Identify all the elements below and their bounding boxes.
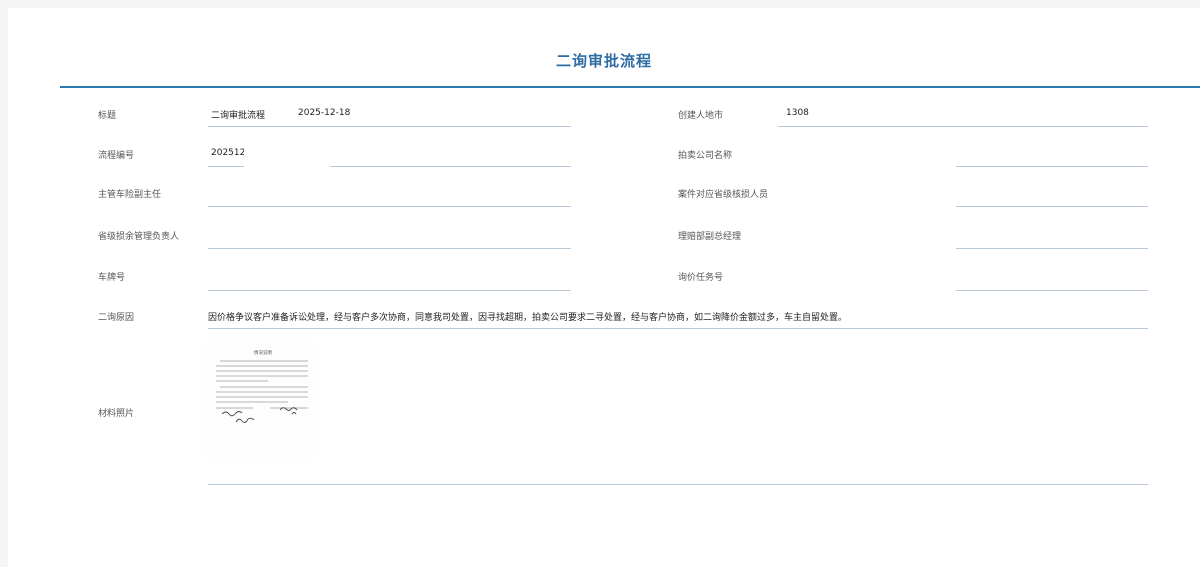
document-image: 情况说明: [208, 344, 318, 456]
plate-no-field[interactable]: [208, 290, 571, 291]
provincial-salvage-field[interactable]: [208, 248, 571, 249]
page-title: 二询审批流程: [555, 52, 652, 70]
title-date: 2025-12-18: [298, 108, 351, 118]
inquiry-task-label: 询价任务号: [678, 273, 724, 283]
creator-city-label: 创建人地市: [678, 111, 724, 121]
redaction-block: [778, 220, 956, 256]
process-no-label: 流程编号: [98, 151, 135, 161]
reason-field[interactable]: [208, 328, 1148, 329]
photo-doc-heading: 情况说明: [254, 349, 272, 356]
auction-company-label: 拍卖公司名称: [678, 151, 733, 161]
photo-field[interactable]: [208, 484, 1148, 485]
redaction-block: [778, 138, 956, 174]
material-photo-thumbnail[interactable]: 情况说明: [208, 344, 318, 456]
reason-label: 二询原因: [98, 313, 135, 323]
process-no-value: 202512: [211, 148, 246, 158]
supervisor-label: 主管车险副主任: [98, 190, 162, 200]
creator-city-field[interactable]: [778, 126, 1148, 127]
provincial-salvage-label: 省级损余管理负责人: [98, 232, 180, 242]
redaction-block: [778, 178, 956, 214]
provincial-assessor-label: 案件对应省级核损人员: [678, 190, 769, 200]
photo-label: 材料照片: [98, 409, 135, 419]
creator-city-value: 1308: [786, 108, 809, 118]
redaction-block: [244, 140, 330, 174]
title-label: 标题: [98, 111, 117, 121]
title-value: 二询审批流程: [211, 111, 266, 121]
title-field[interactable]: [208, 126, 571, 127]
supervisor-field[interactable]: [208, 206, 571, 207]
approval-form: 二询审批流程 标题 二询审批流程 2025-12-18 创建人地市 1308 流…: [8, 8, 1200, 567]
redaction-block: [778, 260, 956, 298]
plate-no-label: 车牌号: [98, 273, 126, 283]
title-divider: [60, 86, 1200, 88]
claims-deputy-label: 理赔部副总经理: [678, 232, 742, 242]
reason-value: 因价格争议客户准备诉讼处理，经与客户多次协商，同意我司处置，因寻找超期，拍卖公司…: [208, 313, 848, 323]
